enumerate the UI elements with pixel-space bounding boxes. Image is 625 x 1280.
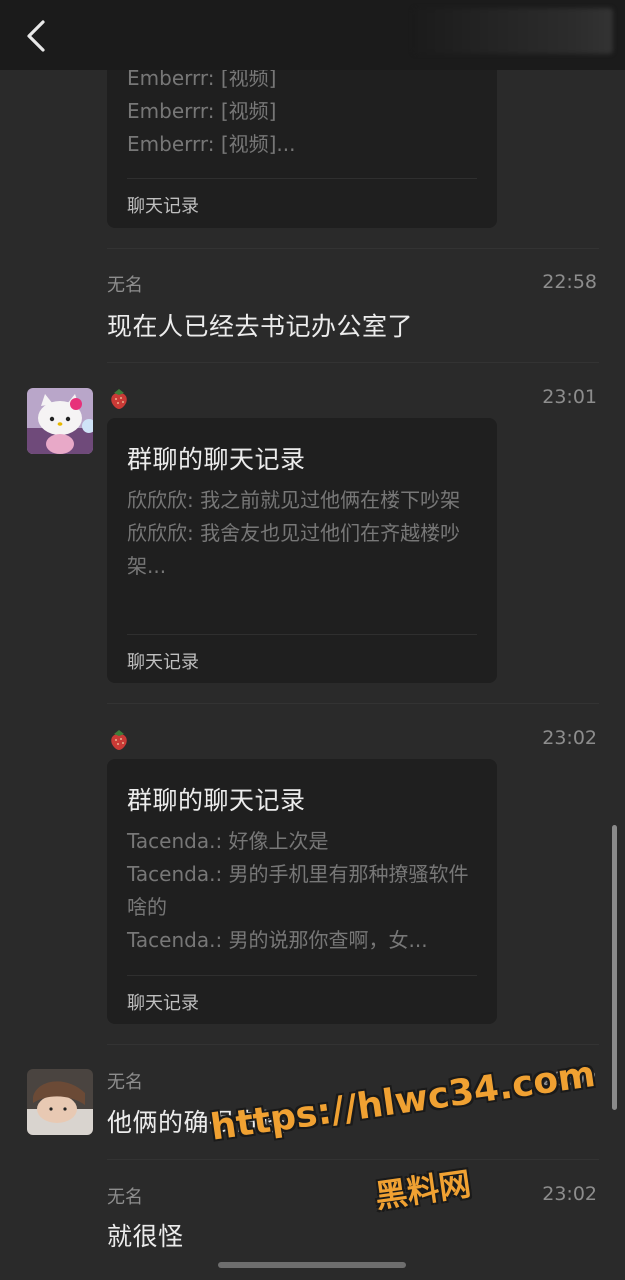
chat-screen: Emberrr: [视频] Emberrr: [视频] Emberrr: [视频… [0, 0, 625, 1280]
avatar[interactable] [27, 388, 93, 454]
top-bar [0, 0, 625, 70]
message-time: 22:58 [542, 271, 597, 293]
message-time: 23:02 [542, 1183, 597, 1205]
message-text[interactable]: 现在人已经去书记办公室了 [107, 307, 413, 343]
chat-record-line: 欣欣欣: 我之前就见过他俩在楼下吵架 [127, 488, 461, 512]
message-time: 23:02 [542, 727, 597, 749]
strawberry-icon [107, 727, 131, 751]
chat-record-line: Emberrr: [视频]... [127, 132, 296, 156]
person-avatar-icon [27, 1069, 93, 1135]
chat-record-title: 群聊的聊天记录 [127, 786, 306, 815]
message-divider [107, 362, 599, 363]
watermark-name: 黑料网 [372, 1164, 474, 1216]
chat-record-title: 群聊的聊天记录 [127, 445, 306, 474]
chat-record-line: Tacenda.: 男的说那你查啊，女... [127, 928, 428, 952]
scrollbar[interactable] [612, 825, 617, 1110]
message-text[interactable]: 就很怪 [107, 1217, 184, 1253]
message-divider [107, 1159, 599, 1160]
chat-record-line: Emberrr: [视频] [127, 99, 277, 123]
chat-record-preview: Emberrr: [视频] Emberrr: [视频] Emberrr: [视频… [127, 62, 477, 161]
chat-record-preview: 欣欣欣: 我之前就见过他俩在楼下吵架 欣欣欣: 我舍友也见过他们在齐越楼吵架..… [127, 484, 477, 583]
blurred-title [413, 8, 613, 54]
home-indicator[interactable] [218, 1262, 406, 1268]
card-separator [127, 178, 477, 179]
message-divider [107, 703, 599, 704]
chat-record-preview: Tacenda.: 好像上次是 Tacenda.: 男的手机里有那种撩骚软件啥的… [127, 825, 477, 957]
chat-record-footer: 聊天记录 [127, 652, 199, 673]
chat-record-line: 欣欣欣: 我舍友也见过他们在齐越楼吵架... [127, 521, 461, 578]
chat-record-line: Tacenda.: 好像上次是 [127, 829, 329, 853]
sender-name: 无名 [107, 275, 143, 296]
chat-record-line: Tacenda.: 男的手机里有那种撩骚软件啥的 [127, 862, 469, 919]
chat-record-footer: 聊天记录 [127, 993, 199, 1014]
sender-name: 无名 [107, 1072, 143, 1093]
hello-kitty-avatar-icon [27, 388, 93, 454]
avatar[interactable] [27, 1069, 93, 1135]
back-button[interactable] [14, 14, 58, 58]
message-divider [107, 1044, 599, 1045]
chat-record-card[interactable]: 群聊的聊天记录 欣欣欣: 我之前就见过他俩在楼下吵架 欣欣欣: 我舍友也见过他们… [107, 418, 497, 683]
card-separator [127, 975, 477, 976]
strawberry-icon [107, 386, 131, 410]
watermark-url: https://hlwc34.com [208, 1054, 598, 1149]
chat-record-footer: 聊天记录 [127, 196, 199, 217]
chat-record-card[interactable]: 群聊的聊天记录 Tacenda.: 好像上次是 Tacenda.: 男的手机里有… [107, 759, 497, 1024]
card-separator [127, 634, 477, 635]
sender-name: 无名 [107, 1187, 143, 1208]
message-time: 23:01 [542, 386, 597, 408]
back-arrow-icon [27, 20, 45, 52]
message-divider [107, 248, 599, 249]
